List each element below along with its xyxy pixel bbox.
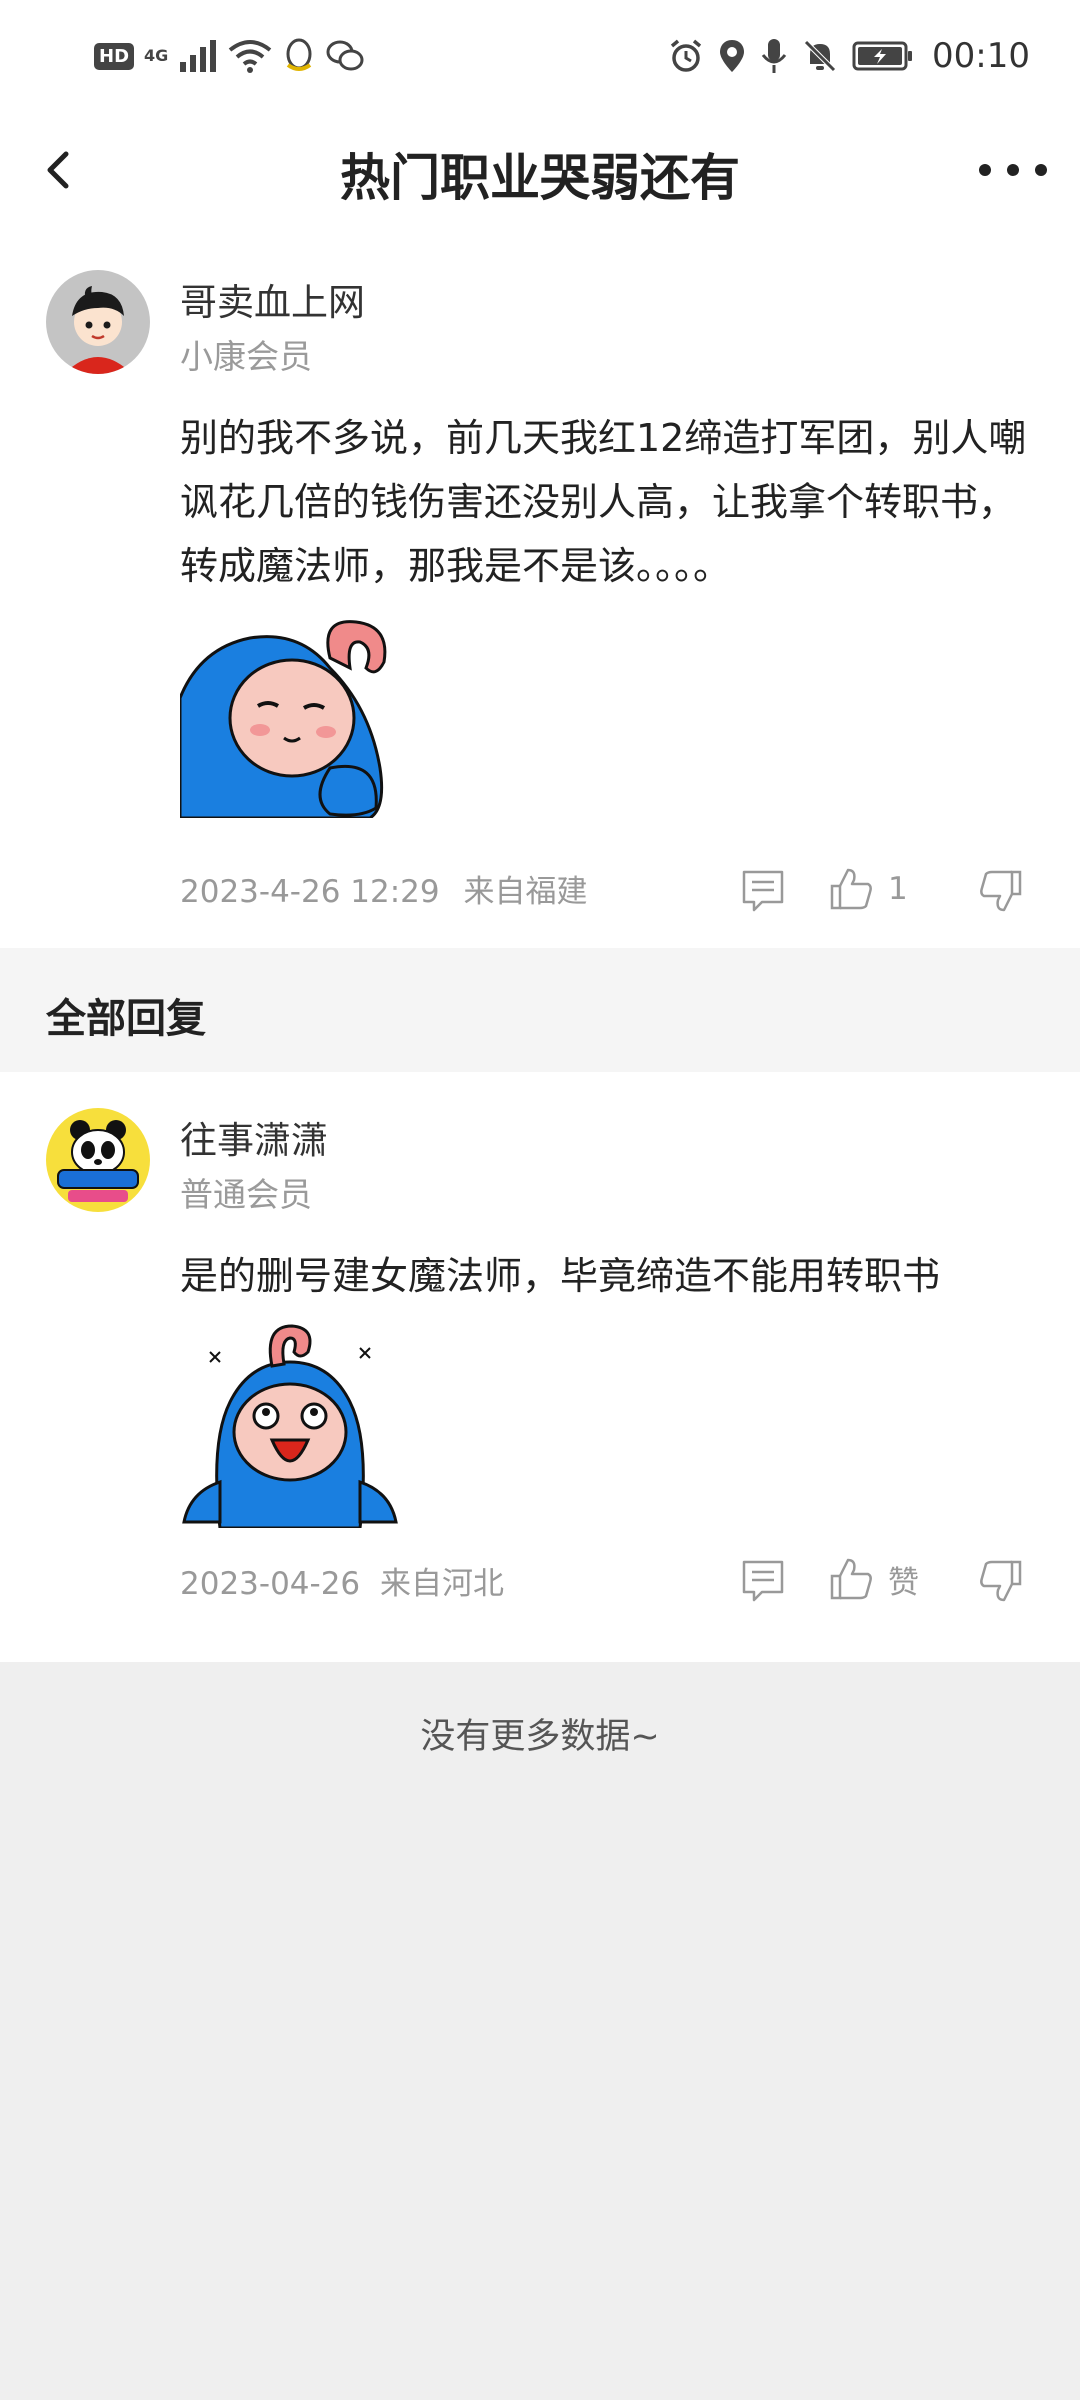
- more-dots-icon: [979, 164, 1047, 176]
- signal-icon: [180, 40, 217, 72]
- author-level: 小康会员: [180, 337, 312, 376]
- page-title: 热门职业哭弱还有: [340, 149, 740, 207]
- author-name[interactable]: 哥卖血上网: [180, 272, 365, 326]
- reply-comment-button[interactable]: [740, 1556, 786, 1606]
- thumbs-down-icon: [980, 870, 1022, 912]
- status-bar: HD 4G 00:10: [0, 0, 1080, 110]
- post-time: 2023-4-26 12:29: [180, 874, 440, 910]
- post-like-button[interactable]: 1: [828, 864, 908, 914]
- thumbs-up-icon: [830, 1558, 872, 1600]
- post-location: 来自福建: [463, 874, 588, 910]
- reply-author-level: 普通会员: [180, 1175, 312, 1214]
- main-post: 哥卖血上网 小康会员 别的我不多说，前几天我红12缔造打军团，别人嘲讽花几倍的钱…: [0, 230, 1080, 948]
- replies-section-header: 全部回复: [0, 948, 1080, 1072]
- post-like-count: 1: [888, 871, 908, 907]
- no-more-data: 没有更多数据~: [420, 1717, 660, 1757]
- reply-location: 来自河北: [380, 1566, 505, 1602]
- panda-avatar: [46, 1108, 150, 1212]
- nav-bar: 热门职业哭弱还有: [0, 110, 1080, 230]
- more-options-button[interactable]: [970, 140, 1056, 200]
- reply-sticker: [180, 1322, 400, 1530]
- reply-like-button[interactable]: 赞: [828, 1554, 919, 1604]
- reply-time: 2023-04-26: [180, 1566, 361, 1602]
- reply-author-name[interactable]: 往事潇潇: [180, 1110, 328, 1164]
- wifi-icon: [229, 40, 272, 73]
- clock: 00:10: [932, 36, 1030, 76]
- qq-icon: [286, 38, 312, 71]
- wechat-icon: [326, 40, 364, 71]
- post-dislike-button[interactable]: [978, 866, 1024, 916]
- status-right: 00:10: [668, 32, 1030, 80]
- comment-icon: [742, 1560, 784, 1602]
- battery-icon: [852, 41, 913, 71]
- post-sticker: [178, 618, 392, 820]
- reply-item: 往事潇潇 普通会员 是的删号建女魔法师，毕竟缔造不能用转职书 2023-04-2…: [0, 1072, 1080, 1662]
- post-content: 别的我不多说，前几天我红12缔造打军团，别人嘲讽花几倍的钱伤害还没别人高，让我拿…: [180, 416, 1027, 588]
- comment-icon: [742, 870, 784, 912]
- hd-badge: HD: [94, 42, 135, 70]
- reply-dislike-button[interactable]: [978, 1556, 1024, 1606]
- microphone-icon: [761, 39, 787, 73]
- network-type: 4G: [144, 46, 169, 65]
- reply-like-label: 赞: [888, 1564, 919, 1601]
- post-comment-button[interactable]: [740, 866, 786, 916]
- all-replies-title: 全部回复: [46, 996, 206, 1042]
- laughing-mascot-sticker: [182, 1324, 398, 1530]
- reply-meta: 2023-04-26 来自河北: [180, 1558, 504, 1603]
- post-meta: 2023-4-26 12:29 来自福建: [180, 866, 587, 911]
- status-left: HD 4G: [94, 32, 364, 80]
- blue-mascot-sticker: [178, 620, 387, 820]
- thumbs-up-icon: [830, 868, 872, 910]
- alarm-icon: [670, 39, 702, 72]
- cartoon-boy-avatar: [46, 270, 150, 374]
- reply-content: 是的删号建女魔法师，毕竟缔造不能用转职书: [180, 1254, 941, 1298]
- reply-author-avatar[interactable]: [46, 1108, 150, 1212]
- author-avatar[interactable]: [46, 270, 150, 374]
- thumbs-down-icon: [980, 1560, 1022, 1602]
- location-icon: [720, 40, 745, 72]
- mute-bell-icon: [804, 40, 836, 72]
